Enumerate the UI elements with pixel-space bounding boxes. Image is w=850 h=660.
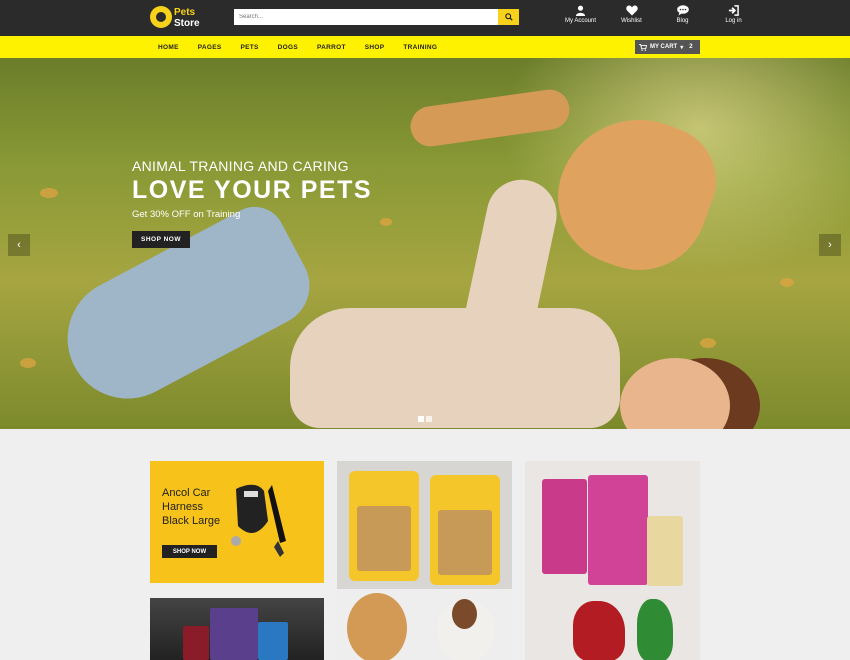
login-icon xyxy=(728,5,739,16)
birdfood-bag-1 xyxy=(542,479,587,574)
login-link[interactable]: Log in xyxy=(708,5,759,24)
hero-shop-now-button[interactable]: SHOP NOW xyxy=(132,231,190,248)
slider-dot-2[interactable] xyxy=(426,416,432,422)
wishlist-link[interactable]: Wishlist xyxy=(606,5,657,24)
logo-text-pets: Pets xyxy=(174,7,196,18)
chevron-right-icon: › xyxy=(828,239,832,251)
search-button[interactable] xyxy=(498,9,519,25)
promo-harness-shop-button[interactable]: SHOP NOW xyxy=(162,545,217,558)
nav-home[interactable]: HOME xyxy=(158,44,179,51)
cart-icon xyxy=(639,43,647,51)
promo-treats-banner[interactable] xyxy=(337,461,512,660)
dog-image xyxy=(347,593,407,660)
treat-pack-2 xyxy=(430,475,500,585)
chevron-left-icon: ‹ xyxy=(17,239,21,251)
promo-wellness-banner[interactable] xyxy=(150,598,324,660)
red-parrot-image xyxy=(573,601,625,660)
paw-logo-icon xyxy=(150,6,172,28)
slider-next-button[interactable]: › xyxy=(819,234,841,256)
nav-parrot[interactable]: PARROT xyxy=(317,44,346,51)
cart-label: MY CART xyxy=(650,44,678,50)
hero-image-person-legs xyxy=(46,196,324,420)
search-icon xyxy=(504,13,513,21)
chat-icon xyxy=(676,5,689,16)
green-parrot-image xyxy=(637,599,673,660)
my-account-label: My Account xyxy=(564,18,596,24)
heart-icon xyxy=(625,5,638,16)
promo-birdfood-banner[interactable] xyxy=(525,461,700,660)
user-icon xyxy=(575,5,586,16)
nav-shop[interactable]: SHOP xyxy=(365,44,385,51)
hero-subtitle: ANIMAL TRANING AND CARING xyxy=(132,158,349,174)
login-label: Log in xyxy=(725,18,742,24)
slider-dot-1[interactable] xyxy=(418,416,424,422)
simple-pack xyxy=(258,622,288,660)
hero-slider: ANIMAL TRANING AND CARING LOVE YOUR PETS… xyxy=(0,58,850,429)
harness-product-image xyxy=(231,484,286,557)
wellness-pack xyxy=(210,608,258,660)
site-logo[interactable]: Pets Store xyxy=(150,5,210,31)
hero-offer-text: Get 30% OFF on Training xyxy=(132,209,241,220)
slider-prev-button[interactable]: ‹ xyxy=(8,234,30,256)
search-input[interactable] xyxy=(234,9,498,25)
nav-dogs[interactable]: DOGS xyxy=(278,44,298,51)
cart-button[interactable]: MY CART ▾ 2 xyxy=(635,40,700,54)
nav-pets[interactable]: PETS xyxy=(240,44,258,51)
slider-pagination xyxy=(418,416,434,422)
blog-link[interactable]: Blog xyxy=(657,5,708,24)
top-header: Pets Store My Account Wishlist Blog Log … xyxy=(0,0,850,36)
cart-dropdown-icon: ▾ xyxy=(680,44,684,51)
birdfood-bag-3 xyxy=(647,516,683,586)
hero-title: LOVE YOUR PETS xyxy=(132,176,373,204)
blog-label: Blog xyxy=(676,18,689,24)
birdfood-bag-2 xyxy=(588,475,648,585)
my-account-link[interactable]: My Account xyxy=(555,5,606,24)
main-navigation: HOME PAGES PETS DOGS PARROT SHOP TRAININ… xyxy=(0,36,850,58)
wishlist-label: Wishlist xyxy=(621,18,642,24)
promo-harness-text: Ancol Car Harness Black Large xyxy=(162,487,221,527)
treat-pack-1 xyxy=(349,471,419,581)
nav-training[interactable]: TRAINING xyxy=(403,44,437,51)
nav-pages[interactable]: PAGES xyxy=(198,44,222,51)
search-bar xyxy=(234,9,519,25)
logo-text-store: Store xyxy=(174,18,200,29)
cart-count: 2 xyxy=(689,44,693,50)
